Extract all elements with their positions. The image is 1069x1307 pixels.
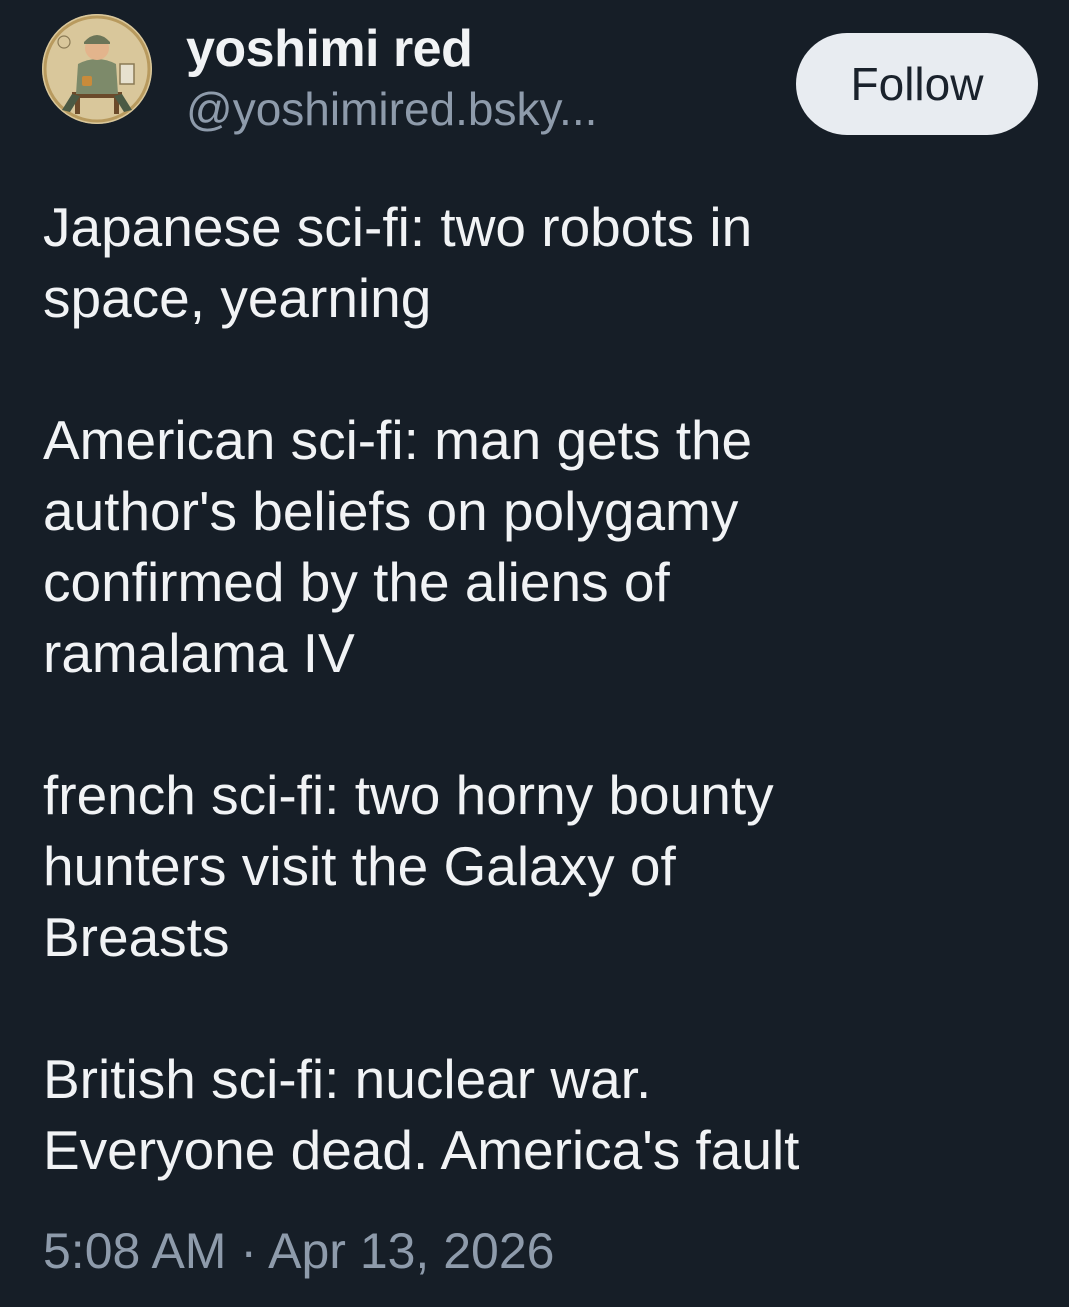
post-paragraph: Japanese sci-fi: two robots in space, ye… xyxy=(43,196,753,329)
post-card: yoshimi red @yoshimired.bsky... Follow J… xyxy=(0,0,1069,1307)
post-author[interactable]: yoshimi red @yoshimired.bsky... xyxy=(186,18,597,138)
author-display-name[interactable]: yoshimi red xyxy=(186,18,597,80)
post-timestamp[interactable]: 5:08 AM · Apr 13, 2026 xyxy=(43,1218,554,1284)
post-paragraph: British sci-fi: nuclear war. Everyone de… xyxy=(43,1048,800,1181)
post-paragraph: American sci-fi: man gets the author's b… xyxy=(43,409,753,684)
author-handle[interactable]: @yoshimired.bsky... xyxy=(186,80,597,138)
follow-button[interactable]: Follow xyxy=(796,33,1038,135)
post-paragraph: french sci-fi: two horny bounty hunters … xyxy=(43,764,774,968)
post-text: Japanese sci-fi: two robots in space, ye… xyxy=(43,192,1043,1186)
user-avatar-illustration-icon xyxy=(42,14,152,124)
avatar[interactable] xyxy=(42,14,152,124)
